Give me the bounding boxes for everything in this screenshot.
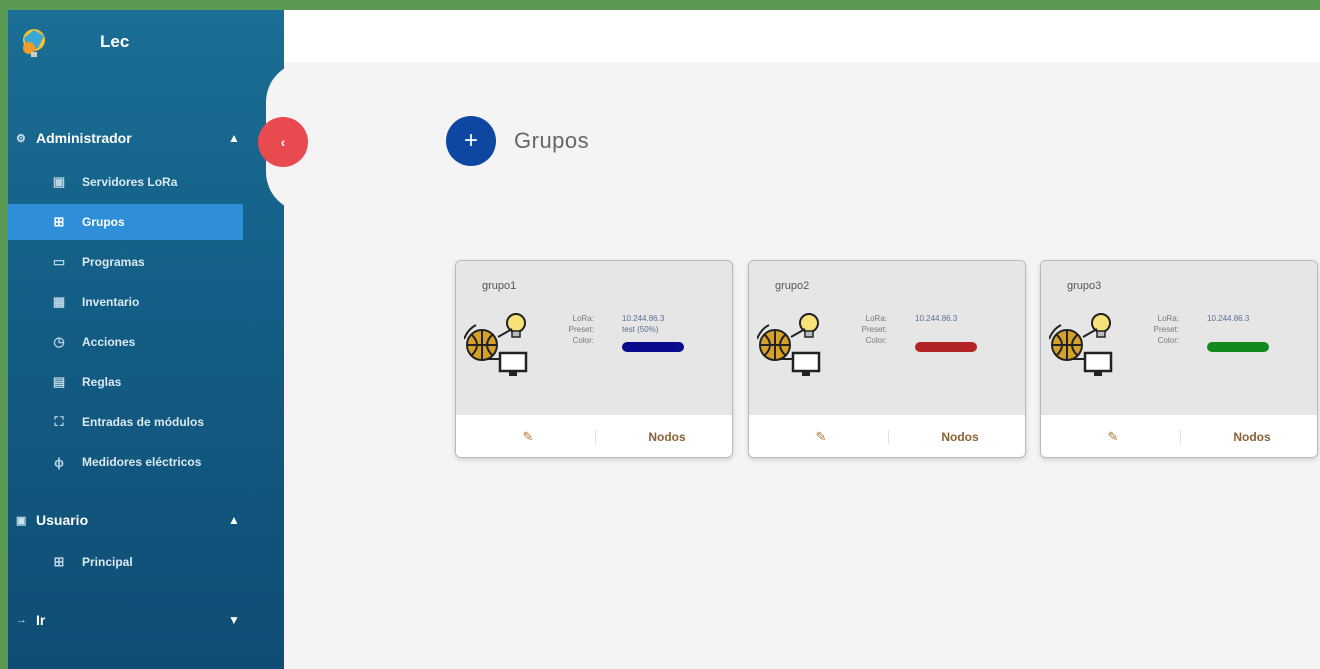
sidebar-item-grupos[interactable]: ⊞ Grupos	[8, 204, 243, 240]
preset-key: Preset:	[1153, 325, 1179, 334]
brand-name: Lec	[100, 32, 130, 51]
group-card[interactable]: grupo1 LoRa: Preset: Color: 10.244.86.3 …	[455, 260, 733, 458]
page-title: Grupos	[514, 128, 590, 153]
lora-value: 10.244.86.3	[915, 314, 958, 323]
app-frame: Lec ⚙ Administrador ▲ ▣ Servidores LoRa …	[8, 10, 1320, 669]
user-icon: ▣	[16, 514, 27, 527]
sidebar-item-label: Servidores LoRa	[82, 175, 178, 189]
sidebar-collapse-button[interactable]: ‹	[258, 117, 308, 167]
lora-value: 10.244.86.3	[622, 314, 665, 323]
card-values: 10.244.86.3	[1207, 313, 1249, 324]
nodos-button[interactable]: Nodos	[915, 430, 1005, 444]
color-swatch	[622, 342, 684, 352]
color-key: Color:	[1157, 336, 1179, 345]
section-label: Administrador	[36, 130, 132, 146]
card-keys: LoRa: Preset: Color:	[835, 313, 887, 346]
group-name: grupo2	[775, 280, 810, 292]
preset-key: Preset:	[568, 325, 594, 334]
section-label: Usuario	[36, 512, 89, 528]
footer-divider	[1180, 430, 1181, 444]
card-footer: ✎ Nodos	[456, 415, 732, 457]
meter-icon: ϕ	[54, 454, 64, 470]
inventory-icon: ▦	[52, 294, 66, 309]
sidebar: Lec ⚙ Administrador ▲ ▣ Servidores LoRa …	[8, 10, 306, 669]
rules-icon: ▤	[52, 374, 66, 389]
plus-icon: +	[463, 127, 478, 154]
sidebar-item-entradas-de-modulos[interactable]: ⛶ Entradas de módulos	[8, 404, 243, 440]
section-label: Ir	[36, 612, 46, 628]
page-header: + Grupos	[446, 116, 589, 166]
sidebar-item-label: Inventario	[82, 295, 140, 309]
sidebar-item-acciones[interactable]: ◷ Acciones	[8, 324, 243, 360]
preset-key: Preset:	[861, 325, 887, 334]
sidebar-item-medidores-electricos[interactable]: ϕ Medidores eléctricos	[8, 444, 243, 480]
card-keys: LoRa: Preset: Color:	[1127, 313, 1179, 346]
sidebar-item-label: Principal	[82, 555, 133, 569]
clock-icon: ◷	[53, 334, 65, 349]
calendar-icon: ▭	[52, 254, 66, 269]
sidebar-item-programas[interactable]: ▭ Programas	[8, 244, 243, 280]
lora-value: 10.244.86.3	[1207, 314, 1250, 323]
card-keys: LoRa: Preset: Color:	[542, 313, 594, 346]
color-swatch	[915, 342, 977, 352]
network-device-icon	[1049, 313, 1113, 376]
chevron-up-icon[interactable]: ▲	[228, 131, 240, 145]
group-name: grupo1	[482, 280, 517, 292]
card-values: 10.244.86.3	[915, 313, 957, 324]
card-body: grupo1 LoRa: Preset: Color: 10.244.86.3 …	[456, 261, 732, 415]
section-ir[interactable]: → Ir ▼	[16, 612, 240, 628]
edit-button[interactable]: ✎	[801, 429, 841, 445]
section-usuario[interactable]: ▣ Usuario ▲	[16, 512, 240, 528]
network-device-icon	[757, 313, 821, 376]
color-swatch	[1207, 342, 1269, 352]
sidebar-item-reglas[interactable]: ▤ Reglas	[8, 364, 243, 400]
sidebar-item-principal[interactable]: ⊞ Principal	[8, 544, 243, 580]
card-footer: ✎ Nodos	[749, 415, 1025, 457]
chevron-up-icon[interactable]: ▲	[228, 513, 240, 527]
lora-key: LoRa:	[572, 314, 594, 323]
edit-button[interactable]: ✎	[1093, 429, 1133, 445]
group-name: grupo3	[1067, 280, 1102, 292]
server-icon: ▣	[52, 174, 66, 189]
sidebar-item-label: Programas	[82, 255, 145, 269]
card-values: 10.244.86.3 test (50%)	[622, 313, 664, 335]
dashboard-icon: ⊞	[53, 554, 65, 569]
card-body: grupo3 LoRa: Preset: Color: 10.244.86.3	[1041, 261, 1317, 415]
sidebar-item-label: Entradas de módulos	[82, 415, 205, 429]
sidebar-item-label: Acciones	[82, 335, 136, 349]
edit-button[interactable]: ✎	[508, 429, 548, 445]
network-device-icon	[464, 313, 528, 376]
card-body: grupo2 LoRa: Preset: Color: 10.244.86.3	[749, 261, 1025, 415]
preset-value: test (50%)	[622, 325, 659, 334]
nodos-button[interactable]: Nodos	[622, 430, 712, 444]
expand-icon: ⛶	[54, 414, 64, 429]
group-card[interactable]: grupo2 LoRa: Preset: Color: 10.244.86.3	[748, 260, 1026, 458]
sidebar-item-label: Grupos	[82, 215, 125, 229]
footer-divider	[595, 430, 596, 444]
card-footer: ✎ Nodos	[1041, 415, 1317, 457]
nodos-button[interactable]: Nodos	[1207, 430, 1297, 444]
lora-key: LoRa:	[865, 314, 887, 323]
sidebar-item-inventario[interactable]: ▦ Inventario	[8, 284, 243, 320]
chevron-left-icon: ‹	[280, 134, 286, 150]
arrow-right-icon: →	[16, 614, 27, 626]
add-group-button[interactable]: +	[446, 116, 496, 166]
chevron-down-icon[interactable]: ▼	[228, 613, 240, 627]
sidebar-item-label: Reglas	[82, 375, 122, 389]
section-administrador[interactable]: ⚙ Administrador ▲	[16, 130, 240, 146]
footer-divider	[888, 430, 889, 444]
color-key: Color:	[865, 336, 887, 345]
sidebar-item-servidores-lora[interactable]: ▣ Servidores LoRa	[8, 164, 243, 200]
lora-key: LoRa:	[1157, 314, 1179, 323]
sidebar-item-label: Medidores eléctricos	[82, 455, 202, 469]
brand[interactable]: Lec	[18, 22, 129, 62]
gear-icon: ⚙	[16, 132, 26, 145]
brand-logo-icon	[23, 29, 45, 57]
color-key: Color:	[572, 336, 594, 345]
group-card[interactable]: grupo3 LoRa: Preset: Color: 10.244.86.3	[1040, 260, 1318, 458]
groups-icon: ⊞	[53, 214, 65, 229]
